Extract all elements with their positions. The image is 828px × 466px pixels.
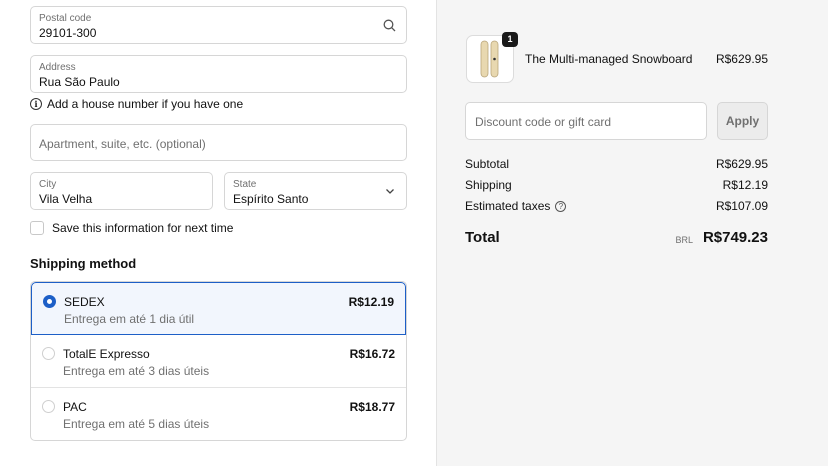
- currency-code: BRL: [675, 235, 693, 245]
- address-hint-text: Add a house number if you have one: [47, 97, 244, 111]
- radio-unselected[interactable]: [42, 347, 55, 360]
- shipping-option-name: SEDEX: [64, 295, 105, 309]
- city-value: Vila Velha: [39, 192, 93, 206]
- city-field[interactable]: City Vila Velha: [30, 172, 213, 210]
- save-info-label: Save this information for next time: [52, 221, 234, 235]
- shipping-option-sedex[interactable]: SEDEX Entrega em até 1 dia útil R$12.19: [31, 282, 406, 335]
- apply-button[interactable]: Apply: [717, 102, 768, 140]
- subtotal-value: R$629.95: [715, 157, 768, 171]
- save-info-checkbox[interactable]: [30, 221, 44, 235]
- taxes-value: R$107.09: [715, 199, 768, 213]
- chevron-down-icon: [386, 189, 394, 194]
- shipping-option-price: R$18.77: [349, 400, 395, 414]
- search-icon[interactable]: [383, 19, 396, 32]
- save-info-row: Save this information for next time: [30, 221, 233, 235]
- postal-code-value: 29101-300: [39, 26, 97, 40]
- address-value: Rua São Paulo: [39, 75, 120, 89]
- delivery-form: Postal code 29101-300 Address Rua São Pa…: [0, 0, 436, 466]
- product-name: The Multi-managed Snowboard: [525, 52, 693, 66]
- taxes-label: Estimated taxes: [465, 199, 551, 213]
- question-icon[interactable]: ?: [555, 200, 567, 212]
- shipping-option-name: PAC: [63, 400, 87, 414]
- quantity-badge: 1: [502, 32, 518, 47]
- shipping-option-price: R$12.19: [348, 295, 394, 309]
- apartment-placeholder: Apartment, suite, etc. (optional): [39, 137, 206, 151]
- discount-code-input[interactable]: Discount code or gift card: [465, 102, 707, 140]
- shipping-method-title: Shipping method: [30, 256, 137, 271]
- shipping-option-description: Entrega em até 1 dia útil: [64, 312, 195, 326]
- shipping-option-description: Entrega em até 5 dias úteis: [63, 417, 210, 431]
- taxes-label-group: Estimated taxes ?: [465, 199, 567, 213]
- apartment-field[interactable]: Apartment, suite, etc. (optional): [30, 124, 407, 161]
- address-label: Address: [39, 62, 76, 73]
- shipping-option-pac[interactable]: PAC Entrega em até 5 dias úteis R$18.77: [31, 388, 406, 440]
- product-price: R$629.95: [715, 52, 768, 66]
- total-label: Total: [465, 229, 500, 246]
- state-label: State: [233, 179, 257, 190]
- shipping-options: SEDEX Entrega em até 1 dia útil R$12.19 …: [30, 281, 407, 441]
- shipping-value: R$12.19: [722, 178, 768, 192]
- subtotal-label: Subtotal: [465, 157, 510, 171]
- address-field[interactable]: Address Rua São Paulo: [30, 55, 407, 93]
- shipping-option-totale[interactable]: TotalE Expresso Entrega em até 3 dias út…: [31, 335, 406, 388]
- state-select[interactable]: State Espírito Santo: [224, 172, 407, 210]
- shipping-label: Shipping: [465, 178, 512, 192]
- city-label: City: [39, 179, 57, 190]
- discount-placeholder: Discount code or gift card: [475, 115, 612, 129]
- shipping-option-name: TotalE Expresso: [63, 347, 150, 361]
- address-hint: i Add a house number if you have one: [30, 97, 243, 111]
- postal-code-label: Postal code: [39, 13, 92, 24]
- shipping-option-price: R$16.72: [349, 347, 395, 361]
- shipping-option-description: Entrega em até 3 dias úteis: [63, 364, 210, 378]
- total-value: R$749.23: [702, 229, 768, 246]
- radio-unselected[interactable]: [42, 400, 55, 413]
- radio-selected[interactable]: [43, 295, 56, 308]
- info-icon: i: [30, 98, 42, 110]
- postal-code-field[interactable]: Postal code 29101-300: [30, 6, 407, 44]
- state-value: Espírito Santo: [233, 192, 309, 206]
